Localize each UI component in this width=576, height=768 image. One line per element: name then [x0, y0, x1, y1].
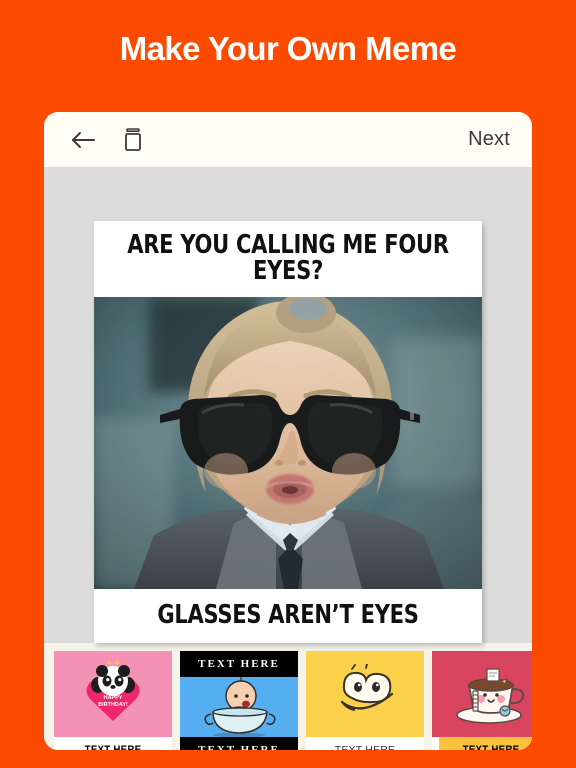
app-top-bar: Next [44, 112, 532, 167]
trash-icon[interactable] [116, 123, 150, 157]
template-art [432, 651, 532, 737]
svg-text:BIRTHDAY!: BIRTHDAY! [98, 702, 128, 708]
back-arrow-icon[interactable] [66, 123, 100, 157]
meme-frame[interactable]: ARE YOU CALLING ME FOUR EYES? GLASSES AR… [94, 221, 482, 643]
phone-card: Next ARE YOU CALLING ME FOUR EYES? GLASS… [44, 112, 532, 750]
meme-bottom-text[interactable]: GLASSES AREN’T EYES [113, 589, 463, 643]
template-caption: TEXT HERE [334, 744, 396, 750]
meme-photo[interactable] [94, 297, 482, 589]
next-button[interactable]: Next [468, 128, 510, 151]
template-strip[interactable]: HAPPY BIRTHDAY! TEXT HERE TEXT HERE TEXT… [44, 643, 532, 750]
template-caption-top: TEXT HERE [180, 651, 298, 677]
template-art [306, 651, 424, 737]
template-caption-bottom: TEXT HERE [180, 737, 298, 750]
template-thumb-smiley[interactable]: TEXT HERE [306, 651, 424, 750]
template-caption: TEXT HERE [84, 744, 142, 750]
page-title: Make Your Own Meme [119, 30, 457, 67]
template-thumb-panda[interactable]: HAPPY BIRTHDAY! TEXT HERE [54, 651, 172, 750]
template-art [180, 677, 298, 737]
template-thumb-teacup[interactable]: TEXT HERE [432, 651, 532, 750]
svg-text:HAPPY: HAPPY [104, 695, 123, 701]
template-thumb-baby[interactable]: TEXT HERE TEXT HERE [180, 651, 298, 750]
meme-canvas[interactable]: ARE YOU CALLING ME FOUR EYES? GLASSES AR… [44, 167, 532, 643]
template-caption: TEXT HERE [439, 737, 532, 750]
meme-top-text[interactable]: ARE YOU CALLING ME FOUR EYES? [113, 221, 463, 297]
template-art: HAPPY BIRTHDAY! [54, 651, 172, 737]
